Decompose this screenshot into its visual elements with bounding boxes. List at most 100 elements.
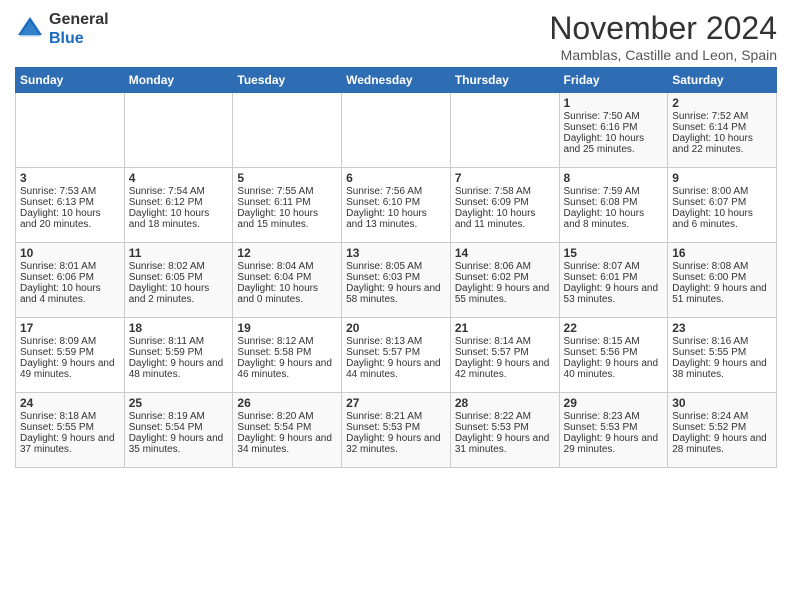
day-info: Daylight: 10 hours and 4 minutes. [20,283,120,305]
day-info: Daylight: 9 hours and 29 minutes. [564,433,664,455]
day-info: Sunrise: 7:54 AM [129,186,229,197]
calendar-cell: 25Sunrise: 8:19 AMSunset: 5:54 PMDayligh… [124,393,233,468]
calendar-cell: 18Sunrise: 8:11 AMSunset: 5:59 PMDayligh… [124,318,233,393]
calendar-cell: 1Sunrise: 7:50 AMSunset: 6:16 PMDaylight… [559,93,668,168]
day-info: Daylight: 9 hours and 40 minutes. [564,358,664,380]
day-number: 21 [455,321,555,335]
day-info: Daylight: 10 hours and 25 minutes. [564,133,664,155]
day-info: Sunset: 5:57 PM [346,347,446,358]
day-header-wednesday: Wednesday [342,68,451,93]
day-number: 28 [455,396,555,410]
day-info: Sunset: 5:53 PM [564,422,664,433]
day-info: Sunrise: 7:56 AM [346,186,446,197]
day-info: Sunset: 5:54 PM [129,422,229,433]
day-info: Daylight: 10 hours and 8 minutes. [564,208,664,230]
calendar-week-row: 3Sunrise: 7:53 AMSunset: 6:13 PMDaylight… [16,168,777,243]
day-info: Sunset: 6:16 PM [564,122,664,133]
day-info: Daylight: 10 hours and 22 minutes. [672,133,772,155]
day-number: 14 [455,246,555,260]
day-info: Sunrise: 8:01 AM [20,261,120,272]
day-info: Sunrise: 8:22 AM [455,411,555,422]
calendar-cell: 15Sunrise: 8:07 AMSunset: 6:01 PMDayligh… [559,243,668,318]
day-number: 24 [20,396,120,410]
day-info: Daylight: 10 hours and 20 minutes. [20,208,120,230]
day-info: Sunset: 5:55 PM [672,347,772,358]
calendar-week-row: 1Sunrise: 7:50 AMSunset: 6:16 PMDaylight… [16,93,777,168]
day-info: Sunrise: 8:20 AM [237,411,337,422]
day-info: Sunset: 5:57 PM [455,347,555,358]
day-info: Daylight: 10 hours and 2 minutes. [129,283,229,305]
day-info: Daylight: 9 hours and 49 minutes. [20,358,120,380]
day-info: Sunrise: 8:05 AM [346,261,446,272]
calendar-cell: 30Sunrise: 8:24 AMSunset: 5:52 PMDayligh… [668,393,777,468]
day-info: Daylight: 10 hours and 18 minutes. [129,208,229,230]
day-info: Sunset: 6:05 PM [129,272,229,283]
day-info: Sunset: 6:01 PM [564,272,664,283]
calendar-cell: 21Sunrise: 8:14 AMSunset: 5:57 PMDayligh… [450,318,559,393]
day-info: Sunset: 5:59 PM [129,347,229,358]
day-number: 18 [129,321,229,335]
day-number: 2 [672,96,772,110]
day-info: Sunrise: 8:09 AM [20,336,120,347]
day-info: Sunset: 6:00 PM [672,272,772,283]
day-info: Sunrise: 8:21 AM [346,411,446,422]
day-info: Sunset: 6:11 PM [237,197,337,208]
day-number: 4 [129,171,229,185]
day-info: Daylight: 9 hours and 31 minutes. [455,433,555,455]
calendar-cell: 24Sunrise: 8:18 AMSunset: 5:55 PMDayligh… [16,393,125,468]
day-number: 17 [20,321,120,335]
calendar-cell [233,93,342,168]
day-info: Daylight: 9 hours and 37 minutes. [20,433,120,455]
day-number: 29 [564,396,664,410]
calendar-header-row: SundayMondayTuesdayWednesdayThursdayFrid… [16,68,777,93]
calendar-cell: 28Sunrise: 8:22 AMSunset: 5:53 PMDayligh… [450,393,559,468]
day-number: 25 [129,396,229,410]
day-info: Daylight: 10 hours and 11 minutes. [455,208,555,230]
day-number: 20 [346,321,446,335]
calendar-table: SundayMondayTuesdayWednesdayThursdayFrid… [15,67,777,468]
calendar-cell [450,93,559,168]
day-info: Sunrise: 8:02 AM [129,261,229,272]
day-header-friday: Friday [559,68,668,93]
day-info: Sunrise: 8:23 AM [564,411,664,422]
calendar-cell: 3Sunrise: 7:53 AMSunset: 6:13 PMDaylight… [16,168,125,243]
calendar-cell [342,93,451,168]
day-number: 3 [20,171,120,185]
logo-general: General [49,11,109,28]
title-block: November 2024 Mamblas, Castille and Leon… [549,10,777,63]
day-number: 10 [20,246,120,260]
day-info: Sunset: 5:58 PM [237,347,337,358]
calendar-cell: 23Sunrise: 8:16 AMSunset: 5:55 PMDayligh… [668,318,777,393]
calendar-cell: 5Sunrise: 7:55 AMSunset: 6:11 PMDaylight… [233,168,342,243]
calendar-cell: 8Sunrise: 7:59 AMSunset: 6:08 PMDaylight… [559,168,668,243]
day-info: Sunrise: 8:24 AM [672,411,772,422]
day-info: Sunrise: 8:12 AM [237,336,337,347]
day-info: Sunset: 6:06 PM [20,272,120,283]
day-header-sunday: Sunday [16,68,125,93]
day-number: 9 [672,171,772,185]
day-info: Daylight: 9 hours and 44 minutes. [346,358,446,380]
day-info: Sunset: 6:09 PM [455,197,555,208]
calendar-cell: 22Sunrise: 8:15 AMSunset: 5:56 PMDayligh… [559,318,668,393]
day-info: Sunrise: 7:58 AM [455,186,555,197]
day-number: 6 [346,171,446,185]
month-title: November 2024 [549,10,777,47]
day-info: Sunrise: 8:11 AM [129,336,229,347]
day-info: Sunrise: 8:07 AM [564,261,664,272]
calendar-cell [16,93,125,168]
day-info: Sunrise: 8:04 AM [237,261,337,272]
day-info: Sunrise: 8:14 AM [455,336,555,347]
calendar-week-row: 10Sunrise: 8:01 AMSunset: 6:06 PMDayligh… [16,243,777,318]
day-header-tuesday: Tuesday [233,68,342,93]
logo: General Blue [15,10,109,48]
day-header-monday: Monday [124,68,233,93]
day-info: Sunrise: 7:55 AM [237,186,337,197]
calendar-cell: 14Sunrise: 8:06 AMSunset: 6:02 PMDayligh… [450,243,559,318]
day-number: 19 [237,321,337,335]
day-info: Sunset: 5:54 PM [237,422,337,433]
day-info: Sunset: 6:04 PM [237,272,337,283]
day-info: Sunrise: 7:52 AM [672,111,772,122]
day-number: 8 [564,171,664,185]
calendar-cell: 13Sunrise: 8:05 AMSunset: 6:03 PMDayligh… [342,243,451,318]
calendar-week-row: 17Sunrise: 8:09 AM Sunset: 5:59 PM Dayligh… [16,318,777,393]
